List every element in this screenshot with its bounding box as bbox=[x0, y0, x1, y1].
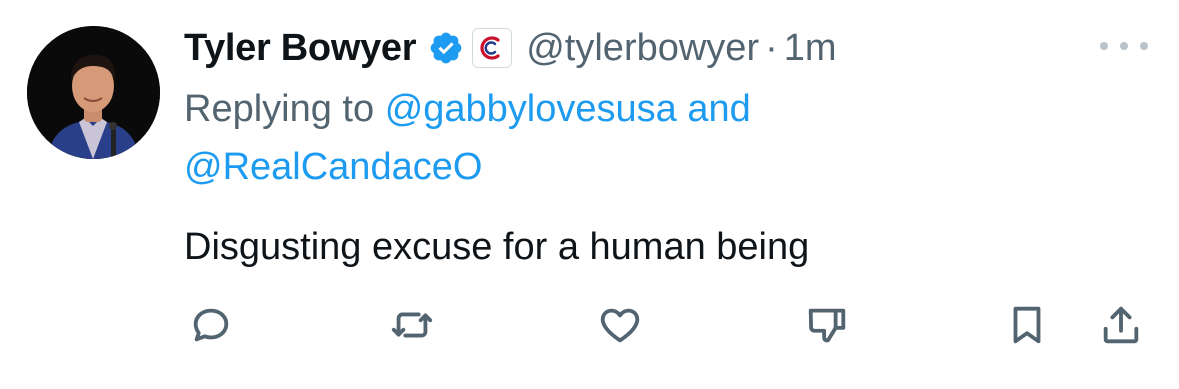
affiliate-badge-icon[interactable] bbox=[472, 28, 513, 68]
separator-dot: · bbox=[765, 26, 778, 69]
thumbs-down-icon bbox=[808, 308, 846, 343]
action-bar bbox=[0, 298, 1179, 352]
timestamp[interactable]: 1m bbox=[784, 27, 837, 70]
bookmark-button[interactable] bbox=[1000, 298, 1054, 352]
more-options-icon[interactable] bbox=[1100, 38, 1148, 54]
share-icon bbox=[1103, 306, 1139, 344]
tweet-header: Tyler Bowyer @tylerbowyer · 1m bbox=[184, 25, 837, 71]
heart-icon bbox=[600, 308, 640, 343]
mention-conjunction[interactable]: and bbox=[687, 88, 750, 130]
like-button[interactable] bbox=[593, 298, 647, 352]
downvote-button[interactable] bbox=[800, 298, 854, 352]
mention-gabbylovesusa[interactable]: @gabbylovesusa bbox=[385, 88, 677, 130]
verified-badge-icon[interactable] bbox=[428, 30, 464, 66]
reply-button[interactable] bbox=[184, 298, 238, 352]
tweet-card[interactable]: Tyler Bowyer @tylerbowyer · 1m Replying … bbox=[0, 0, 1179, 389]
mention-realcandaceo[interactable]: @RealCandaceO bbox=[184, 146, 482, 188]
retweet-button[interactable] bbox=[385, 298, 439, 352]
avatar[interactable] bbox=[27, 26, 160, 159]
replying-to-label: Replying to bbox=[184, 88, 375, 130]
tweet-text: Disgusting excuse for a human being bbox=[184, 226, 810, 268]
bookmark-icon bbox=[1013, 306, 1041, 344]
author-name[interactable]: Tyler Bowyer bbox=[184, 27, 417, 70]
retweet-icon bbox=[391, 312, 433, 338]
author-handle[interactable]: @tylerbowyer bbox=[526, 27, 759, 70]
speech-bubble-icon bbox=[193, 308, 229, 342]
share-button[interactable] bbox=[1094, 298, 1148, 352]
replying-to: Replying to @gabbylovesusa and @RealCand… bbox=[184, 80, 884, 196]
